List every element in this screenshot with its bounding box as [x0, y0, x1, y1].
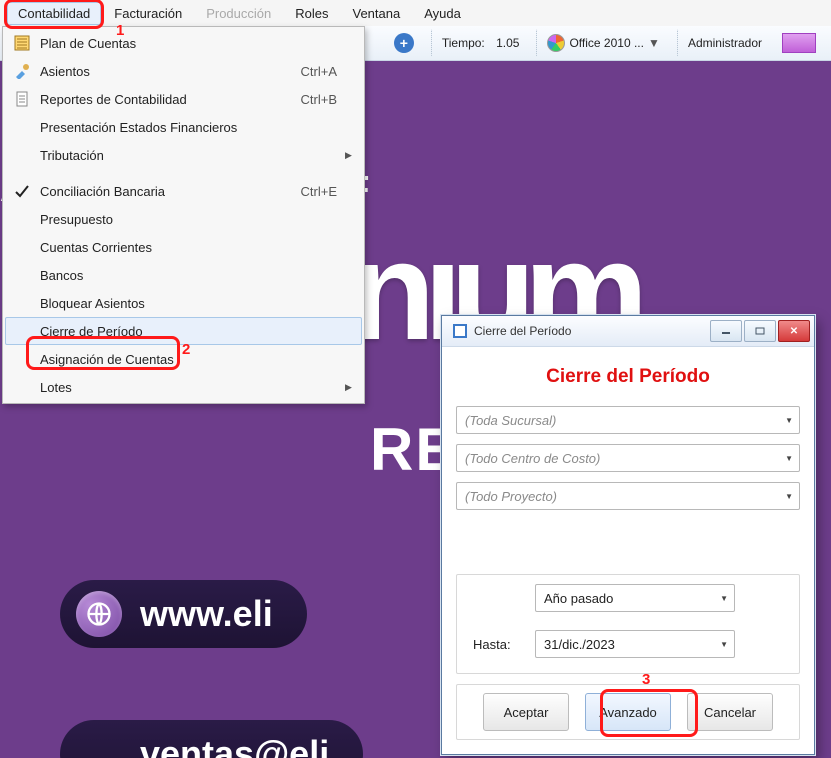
dialog-header: Cierre del Período: [450, 366, 806, 388]
menu-item-asignacion-cuentas[interactable]: Asignación de Cuentas: [5, 345, 362, 373]
menu-item-tributacion[interactable]: Tributación ▶: [5, 141, 362, 169]
menu-item-accel: Ctrl+B: [301, 92, 345, 107]
aceptar-button[interactable]: Aceptar: [483, 693, 569, 731]
menu-item-label: Conciliación Bancaria: [34, 184, 301, 199]
dialog-cierre-periodo: Cierre del Período ✕ Cierre del Período …: [441, 315, 815, 755]
chevron-down-icon: ▼: [785, 407, 793, 433]
combo-proyecto[interactable]: (Todo Proyecto) ▼: [456, 482, 800, 510]
toolbar-time-value: 1.05: [496, 36, 519, 50]
document-icon: [10, 91, 34, 107]
menu-item-accel: Ctrl+A: [301, 64, 345, 79]
toolbar-user[interactable]: Administrador: [677, 29, 769, 57]
chevron-down-icon: ▼: [785, 483, 793, 509]
menu-item-presupuesto[interactable]: Presupuesto: [5, 205, 362, 233]
chevron-down-icon: ▼: [785, 445, 793, 471]
date-hasta-value: 31/dic./2023: [544, 637, 615, 652]
palette-icon: [547, 34, 565, 52]
menu-item-label: Bloquear Asientos: [34, 296, 345, 311]
toolbar-time-label: Tiempo:: [442, 36, 485, 50]
bg-url-text: www.eli: [140, 593, 273, 635]
menu-item-lotes[interactable]: Lotes ▶: [5, 373, 362, 401]
date-panel: Año pasado ▼ Hasta: 31/dic./2023 ▼: [456, 574, 800, 674]
menu-item-reportes[interactable]: Reportes de Contabilidad Ctrl+B: [5, 85, 362, 113]
maximize-button[interactable]: [744, 320, 776, 342]
toolbar-time[interactable]: Tiempo: 1.05: [431, 29, 527, 57]
menu-item-label: Tributación: [34, 148, 345, 163]
combo-sucursal[interactable]: (Toda Sucursal) ▼: [456, 406, 800, 434]
combo-centro-costo[interactable]: (Todo Centro de Costo) ▼: [456, 444, 800, 472]
menu-item-asientos[interactable]: Asientos Ctrl+A: [5, 57, 362, 85]
menu-facturacion[interactable]: Facturación: [103, 2, 193, 25]
dialog-title: Cierre del Período: [474, 324, 708, 338]
menu-item-label: Plan de Cuentas: [34, 36, 345, 51]
menu-contabilidad[interactable]: Contabilidad: [7, 2, 101, 25]
bg-email-text: ventas@eli: [140, 733, 329, 758]
minimize-button[interactable]: [710, 320, 742, 342]
toolbar-theme[interactable]: Office 2010 ... ▼: [536, 29, 667, 57]
combo-proyecto-value: (Todo Proyecto): [465, 489, 557, 504]
menu-item-label: Cierre de Período: [34, 324, 345, 339]
menu-contabilidad-dropdown: Plan de Cuentas Asientos Ctrl+A Reportes…: [2, 26, 365, 404]
combo-centro-costo-value: (Todo Centro de Costo): [465, 451, 600, 466]
close-button[interactable]: ✕: [778, 320, 810, 342]
menu-item-label: Lotes: [34, 380, 345, 395]
menu-item-cierre-periodo[interactable]: Cierre de Período: [5, 317, 362, 345]
toolbar-color-swatch[interactable]: [775, 29, 823, 57]
menu-ventana[interactable]: Ventana: [342, 2, 412, 25]
list-icon: [10, 35, 34, 51]
date-hasta[interactable]: 31/dic./2023 ▼: [535, 630, 735, 658]
avanzado-button[interactable]: Avanzado: [585, 693, 671, 731]
color-swatch-icon: [782, 33, 816, 53]
bg-email-pill: ventas@eli: [60, 720, 363, 758]
dialog-button-bar: Aceptar Avanzado Cancelar: [456, 684, 800, 740]
menu-item-bloquear-asientos[interactable]: Bloquear Asientos: [5, 289, 362, 317]
app-icon: [452, 323, 468, 339]
menu-item-bancos[interactable]: Bancos: [5, 261, 362, 289]
menu-produccion: Producción: [195, 2, 282, 25]
combo-rango-value: Año pasado: [544, 591, 613, 606]
toolbar-theme-label: Office 2010 ...: [569, 36, 644, 50]
submenu-arrow-icon: ▶: [345, 382, 357, 393]
menu-item-label: Cuentas Corrientes: [34, 240, 345, 255]
menu-item-label: Asientos: [34, 64, 301, 79]
menubar: Contabilidad Facturación Producción Role…: [0, 0, 831, 27]
menu-item-plan-cuentas[interactable]: Plan de Cuentas: [5, 29, 362, 57]
tools-icon: [10, 63, 34, 79]
toolbar-user-label: Administrador: [688, 36, 762, 50]
menu-item-accel: Ctrl+E: [301, 184, 345, 199]
menu-item-label: Reportes de Contabilidad: [34, 92, 301, 107]
cancelar-button[interactable]: Cancelar: [687, 693, 773, 731]
menu-item-label: Presentación Estados Financieros: [34, 120, 345, 135]
menu-item-label: Asignación de Cuentas: [34, 352, 345, 367]
check-icon: [10, 183, 34, 199]
label-hasta: Hasta:: [473, 637, 525, 652]
combo-sucursal-value: (Toda Sucursal): [465, 413, 556, 428]
dialog-titlebar[interactable]: Cierre del Período ✕: [442, 316, 814, 347]
menu-item-cuentas-corrientes[interactable]: Cuentas Corrientes: [5, 233, 362, 261]
menu-ayuda[interactable]: Ayuda: [413, 2, 472, 25]
menu-roles[interactable]: Roles: [284, 2, 339, 25]
globe-icon: [76, 591, 122, 637]
menu-item-label: Presupuesto: [34, 212, 345, 227]
submenu-arrow-icon: ▶: [345, 150, 357, 161]
menu-item-estados-fin[interactable]: Presentación Estados Financieros: [5, 113, 362, 141]
toolbar-plus-button[interactable]: +: [387, 29, 421, 57]
plus-icon: +: [394, 33, 414, 53]
chevron-down-icon: ▼: [720, 585, 728, 611]
chevron-down-icon: ▼: [720, 631, 728, 657]
combo-rango[interactable]: Año pasado ▼: [535, 584, 735, 612]
chevron-down-icon: ▼: [648, 36, 660, 50]
bg-url-pill: www.eli: [60, 580, 307, 648]
menu-item-conciliacion[interactable]: Conciliación Bancaria Ctrl+E: [5, 177, 362, 205]
menu-item-label: Bancos: [34, 268, 345, 283]
